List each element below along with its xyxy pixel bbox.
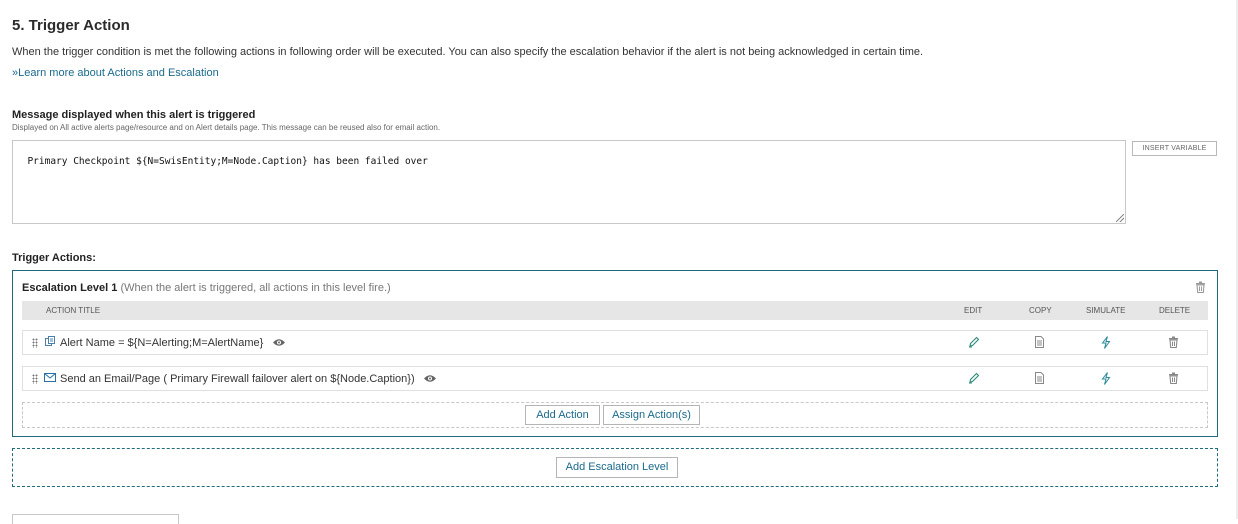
- trigger-actions-label: Trigger Actions:: [12, 252, 96, 264]
- envelope-icon: [44, 373, 56, 382]
- edit-pencil-icon[interactable]: [968, 336, 980, 348]
- col-action-title: ACTION TITLE: [46, 306, 101, 315]
- col-edit: EDIT: [964, 306, 983, 315]
- message-label: Message displayed when this alert is tri…: [12, 109, 256, 121]
- action-title: Alert Name = ${N=Alerting;M=AlertName}: [60, 337, 264, 349]
- add-escalation-level-button[interactable]: Add Escalation Level: [556, 457, 678, 478]
- simulate-lightning-icon[interactable]: [1101, 336, 1111, 349]
- eye-icon[interactable]: [272, 338, 286, 347]
- col-simulate: SIMULATE: [1086, 306, 1126, 315]
- learn-more-link[interactable]: »Learn more about Actions and Escalation: [12, 67, 219, 79]
- escalation-level-name: Escalation Level 1: [22, 282, 118, 294]
- table-row: Alert Name = ${N=Alerting;M=AlertName}: [22, 330, 1208, 355]
- escalation-level-title: Escalation Level 1 (When the alert is tr…: [22, 282, 391, 294]
- escalation-level-subtitle: (When the alert is triggered, all action…: [120, 282, 391, 294]
- action-title: Send an Email/Page ( Primary Firewall fa…: [60, 373, 415, 385]
- delete-level-icon[interactable]: [1195, 280, 1206, 298]
- section-description: When the trigger condition is met the fo…: [12, 46, 924, 58]
- add-action-button[interactable]: Add Action: [525, 405, 600, 425]
- custom-property-icon: [45, 336, 55, 346]
- message-hint: Displayed on All active alerts page/reso…: [12, 123, 441, 132]
- insert-variable-button[interactable]: INSERT VARIABLE: [1132, 141, 1217, 156]
- drag-handle-icon[interactable]: [32, 338, 38, 348]
- message-textarea[interactable]: Primary Checkpoint ${N=SwisEntity;M=Node…: [12, 140, 1126, 224]
- col-copy: COPY: [1029, 306, 1052, 315]
- table-row: Send an Email/Page ( Primary Firewall fa…: [22, 366, 1208, 391]
- delete-trash-icon[interactable]: [1168, 336, 1179, 348]
- drag-handle-icon[interactable]: [32, 374, 38, 384]
- edit-pencil-icon[interactable]: [968, 372, 980, 384]
- actions-table-header: ACTION TITLE EDIT COPY SIMULATE DELETE: [22, 301, 1208, 320]
- next-section-fragment: [12, 514, 179, 524]
- simulate-lightning-icon[interactable]: [1101, 372, 1111, 385]
- copy-icon[interactable]: [1034, 372, 1045, 384]
- assign-action-button[interactable]: Assign Action(s): [603, 405, 700, 425]
- section-title: 5. Trigger Action: [12, 17, 130, 34]
- eye-icon[interactable]: [423, 374, 437, 383]
- delete-trash-icon[interactable]: [1168, 372, 1179, 384]
- col-delete: DELETE: [1159, 306, 1191, 315]
- resize-grip-icon[interactable]: [1116, 214, 1124, 222]
- copy-icon[interactable]: [1034, 336, 1045, 348]
- message-text: Primary Checkpoint ${N=SwisEntity;M=Node…: [27, 156, 428, 167]
